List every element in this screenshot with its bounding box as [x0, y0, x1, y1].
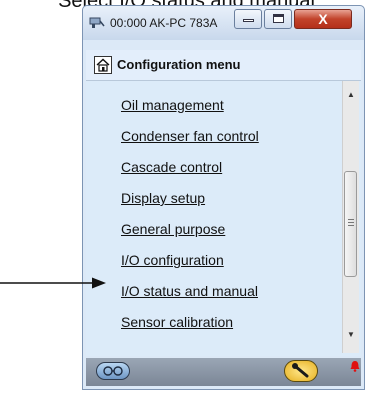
glasses-icon-glyph [103, 366, 123, 376]
thumb-grip-line [348, 222, 354, 223]
wrench-icon-glyph [292, 363, 309, 378]
menu-header: Configuration menu [86, 50, 361, 81]
menu-item-general-purpose[interactable]: General purpose [121, 221, 225, 237]
minimize-icon [243, 19, 254, 22]
menu-item-sensor-calibration[interactable]: Sensor calibration [121, 314, 233, 330]
home-icon-glyph [96, 58, 110, 72]
maximize-icon [273, 14, 284, 23]
thumb-grip-line [348, 219, 354, 220]
network-plug-icon [89, 17, 105, 28]
close-button[interactable]: X [294, 9, 352, 29]
title-bar[interactable]: 00:000 AK-PC 783A X [83, 6, 364, 40]
menu-item-io-configuration[interactable]: I/O configuration [121, 252, 224, 268]
menu-title: Configuration menu [117, 57, 241, 72]
glasses-icon[interactable] [96, 362, 130, 380]
scroll-down-arrow-icon[interactable]: ▼ [343, 327, 359, 343]
maximize-button[interactable] [264, 9, 292, 29]
menu-item-display-setup[interactable]: Display setup [121, 190, 205, 206]
minimize-button[interactable] [234, 9, 262, 29]
wrench-icon[interactable] [284, 360, 318, 382]
window-title: 00:000 AK-PC 783A [110, 16, 218, 30]
pointer-arrow-icon [0, 277, 106, 289]
menu-item-condenser-fan-control[interactable]: Condenser fan control [121, 128, 259, 144]
menu-item-io-status-and-manual[interactable]: I/O status and manual [121, 283, 258, 299]
close-icon: X [318, 11, 328, 27]
menu-list: Oil management Condenser fan control Cas… [86, 81, 361, 356]
thumb-grip-line [348, 225, 354, 226]
home-icon[interactable] [94, 56, 112, 74]
vertical-scrollbar[interactable]: ▲ ▼ [342, 81, 359, 353]
scroll-thumb[interactable] [344, 171, 357, 277]
menu-item-oil-management[interactable]: Oil management [121, 97, 224, 113]
app-window: 00:000 AK-PC 783A X Configuration menu O… [82, 5, 365, 390]
menu-item-cascade-control[interactable]: Cascade control [121, 159, 222, 175]
status-bar [86, 358, 361, 386]
alarm-bell-icon[interactable] [350, 360, 360, 372]
scroll-up-arrow-icon[interactable]: ▲ [343, 87, 359, 103]
